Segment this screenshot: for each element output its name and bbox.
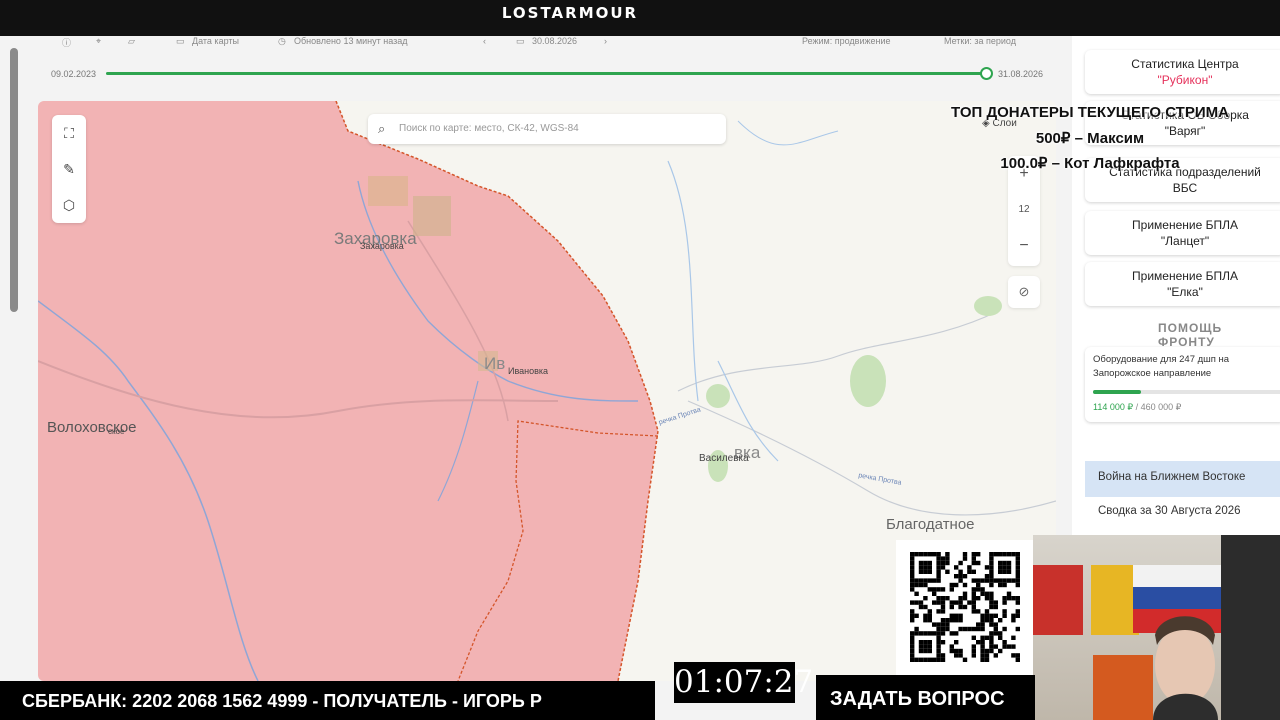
place-label-vasilevka: Василевка (699, 453, 749, 464)
timeline-end-date: 31.08.2026 (998, 69, 1044, 79)
calendar-icon: ▭ (516, 36, 525, 46)
card-subtitle: "Ланцет" (1160, 234, 1210, 248)
updated-label: Обновлено 13 минут назад (294, 36, 408, 46)
map-search[interactable]: ⌕ Поиск по карте: место, СК-42, WGS-84 (368, 114, 726, 144)
place-label-ivanovka: Ивановка (508, 366, 549, 376)
pin-icon[interactable]: ⌖ (96, 36, 101, 48)
fundraiser-text: Оборудование для 247 дшп на Запорожское … (1093, 354, 1230, 379)
card-subtitle: "Рубикон" (1157, 73, 1213, 87)
marks-select[interactable]: Метки: за период (944, 36, 1016, 48)
page-scrollbar[interactable] (10, 48, 18, 312)
next-date-button[interactable]: › (604, 36, 607, 48)
ask-question-button[interactable]: ЗАДАТЬ ВОПРОС (816, 675, 1035, 720)
stat-card-rubicon[interactable]: Статистика Центра "Рубикон" (1085, 50, 1280, 94)
date-timeline[interactable]: 09.02.2023 31.08.2026 (40, 64, 1050, 84)
webcam-feed (1033, 535, 1280, 720)
stream-timer: 01:07:27 (674, 662, 813, 703)
card-subtitle: "Елка" (1167, 285, 1203, 299)
compass-icon[interactable]: ⊘ (1008, 276, 1040, 308)
news-item[interactable]: Сводка за 30 Августа 2026 (1085, 501, 1280, 527)
zoom-level: 12 (1018, 204, 1030, 215)
qr-code (896, 540, 1034, 675)
timeline-track[interactable] (106, 72, 986, 75)
bank-details-bar: СБЕРБАНК: 2202 2068 1562 4999 - ПОЛУЧАТЕ… (0, 681, 655, 720)
stat-card-lancet[interactable]: Применение БПЛА "Ланцет" (1085, 211, 1280, 255)
timeline-start-date: 09.02.2023 (51, 69, 97, 79)
search-icon: ⌕ (378, 121, 386, 136)
place-label-ivanovka-large: Ив (484, 354, 506, 373)
donors-overlay: ТОП ДОНАТЕРЫ ТЕКУЩЕГО СТРИМА 500₽ – Макс… (940, 104, 1240, 179)
donor-entry: 500₽ – Максим (1035, 130, 1145, 147)
current-date[interactable]: 30.08.2026 (532, 36, 577, 48)
card-title: Статистика Центра (1131, 57, 1239, 71)
card-subtitle: ВБС (1172, 181, 1198, 195)
map-tools-panel: ⛶ ✎ ⬡ (52, 115, 86, 223)
place-label-volokhovskoe-small: ское (108, 427, 125, 436)
image-icon[interactable]: ▱ (128, 36, 135, 48)
timeline-slider-handle[interactable] (980, 67, 993, 80)
map-date-label[interactable]: Дата карты (192, 36, 239, 48)
clock-icon: ◷ (278, 36, 286, 46)
brand-logo: LOSTARMOUR (501, 4, 639, 22)
stream-top-bar: LOSTARMOUR (0, 0, 1280, 36)
search-input[interactable]: Поиск по карте: место, СК-42, WGS-84 (399, 123, 579, 134)
fundraiser-card[interactable]: Оборудование для 247 дшп на Запорожское … (1085, 347, 1280, 422)
stat-card-elka[interactable]: Применение БПЛА "Елка" (1085, 262, 1280, 306)
place-label-blagodatnoe: Благодатное (886, 516, 975, 533)
card-title: Применение БПЛА (1132, 218, 1238, 232)
donor-entry: 100.0₽ – Кот Лафкрафта (1000, 155, 1180, 172)
qr-code-image (910, 552, 1020, 662)
fundraiser-progress-fill (1093, 390, 1141, 394)
fundraiser-progress-bar (1093, 390, 1280, 394)
help-section-title: ПОМОЩЬ ФРОНТУ (1158, 321, 1223, 349)
calendar-icon: ▭ (176, 36, 185, 46)
zoom-out-button[interactable]: − (1008, 228, 1040, 264)
prev-date-button[interactable]: ‹ (483, 36, 486, 48)
donors-title: ТОП ДОНАТЕРЫ ТЕКУЩЕГО СТРИМА (951, 104, 1229, 121)
polygon-icon[interactable]: ⬡ (52, 187, 86, 223)
fundraiser-total: / 460 000 ₽ (1135, 402, 1182, 412)
info-icon[interactable]: ⓘ (62, 36, 71, 48)
place-label-zakharovka: Захаровка (360, 241, 404, 251)
fundraiser-amount: 114 000 ₽ / 460 000 ₽ (1093, 400, 1181, 414)
card-title: Применение БПЛА (1132, 269, 1238, 283)
fullscreen-icon[interactable]: ⛶ (52, 115, 86, 151)
map-toolbar: ⓘ ⌖ ▱ ▭ Дата карты ◷ Обновлено 13 минут … (38, 36, 1058, 56)
webcam-image (1033, 535, 1280, 720)
news-item[interactable]: Война на Ближнем Востоке (1085, 461, 1280, 497)
fundraiser-raised: 114 000 ₽ (1093, 402, 1134, 412)
mode-select[interactable]: Режим: продвижение (802, 36, 891, 48)
ruler-icon[interactable]: ✎ (52, 151, 86, 187)
